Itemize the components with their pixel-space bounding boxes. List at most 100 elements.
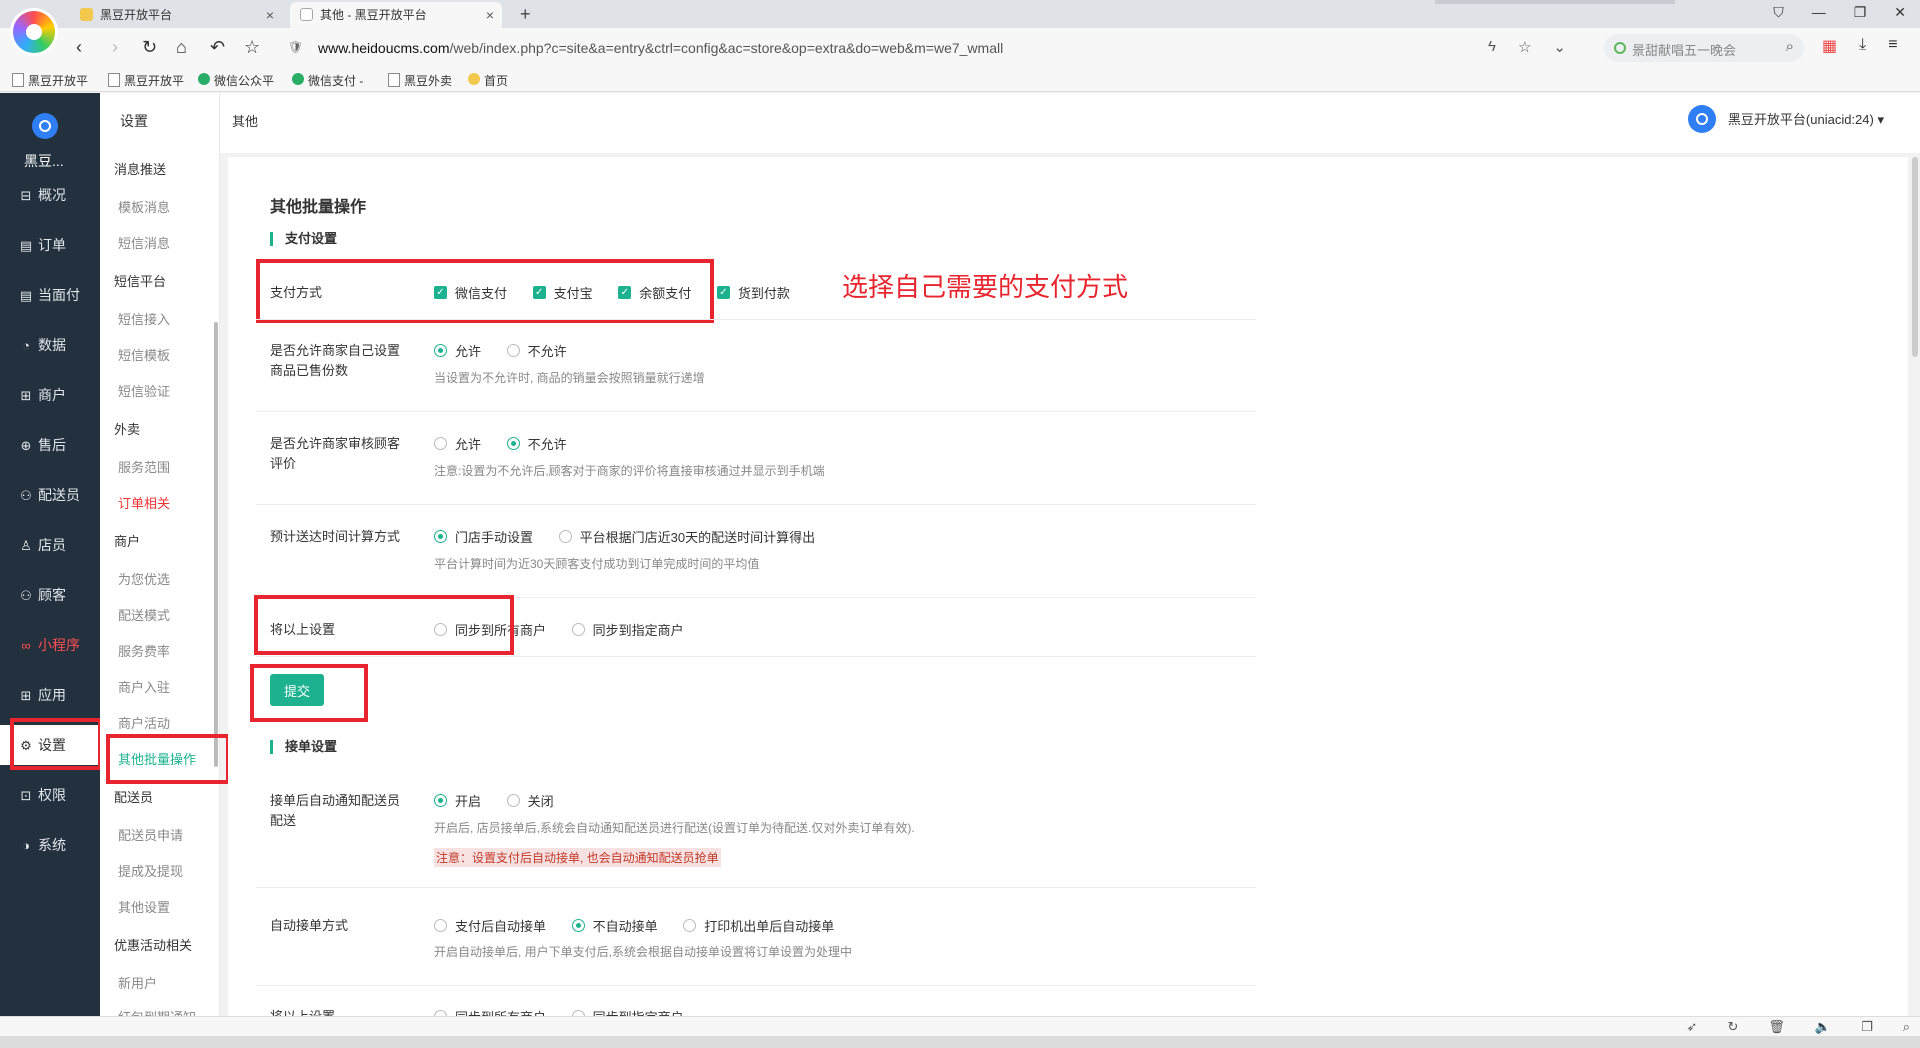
search-input[interactable]: 景甜献唱五一晚会 ⌕ (1604, 34, 1804, 62)
system-icon: ◑ (22, 838, 30, 853)
home-icon[interactable]: ⌂ (176, 36, 187, 58)
radio-accept-after-print[interactable]: 打印机出单后自动接单 (683, 916, 834, 935)
pay-icon: ▤ (19, 288, 33, 303)
window-gap (1435, 0, 1675, 4)
zoom-icon[interactable]: ⌕ (1903, 1019, 1910, 1035)
radio-review-deny[interactable]: 不允许 (506, 434, 567, 453)
forward-icon[interactable]: › (112, 36, 118, 58)
radio-sync2-specified[interactable]: 同步到指定商户 (571, 1007, 684, 1016)
close-icon[interactable]: × (486, 2, 494, 28)
dropdown-icon[interactable]: ⌄ (1553, 38, 1566, 56)
sidebar-item-apps[interactable]: ⊞ 应用 (0, 675, 100, 715)
volume-icon[interactable]: 🔈 (1815, 1019, 1831, 1035)
sidebar-item-clerks[interactable]: ♙ 店员 (0, 525, 100, 565)
eta-options: 门店手动设置 平台根据门店近30天的配送时间计算得出 (434, 527, 837, 546)
subnav-item-sms-verify[interactable]: 短信验证 (118, 381, 170, 400)
main-scrollbar[interactable] (1912, 157, 1918, 357)
subnav-item-sms-msg[interactable]: 短信消息 (118, 233, 170, 252)
rocket-icon[interactable]: ➶ (1687, 1019, 1698, 1035)
radio-eta-manual[interactable]: 门店手动设置 (434, 527, 533, 546)
account-menu[interactable]: 黑豆开放平台(uniacid:24) ▾ (1687, 105, 1884, 133)
sidebar-item-system[interactable]: ◑ 系统 (0, 825, 100, 865)
auto-notify-hint: 开启后, 店员接单后,系统会自动通知配送员进行配送(设置订单为待配送.仅对外卖订… (434, 821, 915, 835)
bookmark-item[interactable]: 首页 (468, 72, 508, 89)
sidebar-item-facepay[interactable]: ▤ 当面付 (0, 275, 100, 315)
sidebar-item-aftersale[interactable]: ⊕ 售后 (0, 425, 100, 465)
download-icon[interactable]: ⤓ (1859, 36, 1866, 56)
settings-subnav: 设置 消息推送 模板消息 短信消息 短信平台 短信接入 短信模板 短信验证 外卖… (100, 93, 220, 1016)
sidebar-item-customers[interactable]: ⚇ 顾客 (0, 575, 100, 615)
sidebar-item-orders[interactable]: ▤ 订单 (0, 225, 100, 265)
close-icon[interactable]: × (266, 2, 274, 28)
radio-accept-after-pay[interactable]: 支付后自动接单 (434, 916, 546, 935)
sidebar-item-miniapp[interactable]: ∞ 小程序 (0, 625, 100, 665)
subnav-item-other-settings[interactable]: 其他设置 (118, 897, 170, 916)
subnav-item-merchant-activity[interactable]: 商户活动 (118, 713, 170, 732)
sidebar-item-permissions[interactable]: ⊡ 权限 (0, 775, 100, 815)
close-window-icon[interactable]: ✕ (1894, 4, 1906, 21)
minimize-icon[interactable]: — (1812, 4, 1826, 21)
subnav-title: 设置 (120, 113, 148, 129)
subnav-group: 外卖 (114, 422, 141, 437)
sidebar-item-data[interactable]: ◔ 数据 (0, 325, 100, 365)
sync-icon[interactable]: ↻ (1727, 1019, 1738, 1035)
window-icon[interactable]: ❐ (1861, 1019, 1873, 1035)
search-icon[interactable]: ⌕ (1786, 38, 1794, 55)
bookmark-item[interactable]: 微信支付 - (292, 72, 363, 89)
radio-icon (558, 530, 572, 543)
subnav-item-sms-access[interactable]: 短信接入 (118, 309, 170, 328)
subnav-item-merchant-join[interactable]: 商户入驻 (118, 677, 170, 696)
radio-notify-off[interactable]: 关闭 (506, 791, 554, 810)
subnav-item-courier-apply[interactable]: 配送员申请 (118, 825, 183, 844)
subnav-item-recommend[interactable]: 为您优选 (118, 569, 170, 588)
subnav-item-service-fee[interactable]: 服务费率 (118, 641, 170, 660)
subnav-item-delivery-mode[interactable]: 配送模式 (118, 605, 170, 624)
brand-name: 黑豆... (24, 153, 64, 169)
radio-notify-on[interactable]: 开启 (434, 791, 481, 810)
bookmark-item[interactable]: 微信公众平 (198, 72, 274, 89)
security-icon[interactable]: 🛡 (288, 40, 303, 54)
shirt-icon[interactable]: ⛉ (1773, 4, 1784, 21)
subnav-scrollbar[interactable] (214, 322, 218, 767)
undo-icon[interactable]: ↶ (210, 36, 225, 58)
reload-icon[interactable]: ↻ (142, 36, 157, 58)
browser-tools: ▦ ⤓ ≡ (1822, 36, 1898, 56)
radio-sold-deny[interactable]: 不允许 (506, 341, 567, 360)
apps-grid-icon[interactable]: ▦ (1822, 36, 1837, 56)
bookmark-item[interactable]: 黑豆开放平 (108, 72, 184, 89)
url-input[interactable]: 🛡 www.heidoucms.com/web/index.php?c=site… (280, 34, 1590, 62)
lightning-icon[interactable]: ϟ (1488, 38, 1496, 56)
sidebar-item-couriers[interactable]: ⚇ 配送员 (0, 475, 100, 515)
browser-tab[interactable]: 黑豆开放平台 × (70, 2, 282, 28)
star-icon[interactable]: ☆ (244, 36, 260, 58)
subnav-item-sms-template[interactable]: 短信模板 (118, 345, 170, 364)
radio-sold-allow[interactable]: 允许 (434, 341, 481, 360)
back-icon[interactable]: ‹ (76, 36, 82, 58)
radio-eta-platform[interactable]: 平台根据门店近30天的配送时间计算得出 (558, 527, 815, 546)
lock-icon: ⊡ (20, 788, 32, 803)
bookmark-item[interactable]: 黑豆开放平 (12, 72, 88, 89)
trash-icon[interactable]: 🗑 (1768, 1019, 1785, 1035)
radio-sync2-all[interactable]: 同步到所有商户 (434, 1007, 546, 1016)
radio-accept-none[interactable]: 不自动接单 (571, 916, 658, 935)
bookmark-item[interactable]: 黑豆外卖 (388, 72, 452, 89)
radio-review-allow[interactable]: 允许 (434, 434, 481, 453)
annotation-box-settings (10, 718, 102, 770)
subnav-item-template-msg[interactable]: 模板消息 (118, 197, 170, 216)
subnav-item-new-user[interactable]: 新用户 (118, 973, 157, 992)
menu-icon[interactable]: ≡ (1888, 36, 1897, 56)
subnav-item-redpacket[interactable]: 红包到期通知 (118, 1007, 196, 1016)
subnav-item-order-related[interactable]: 订单相关 (118, 493, 170, 512)
subnav-item-commission[interactable]: 提成及提现 (118, 861, 183, 880)
browser-tab-active[interactable]: 其他 - 黑豆开放平台 × (290, 2, 502, 28)
checkbox-cod[interactable]: ✓ 货到付款 (716, 283, 790, 302)
subnav-item-service-area[interactable]: 服务范围 (118, 457, 170, 476)
new-tab-icon[interactable]: + (520, 2, 531, 26)
sidebar-item-merchants[interactable]: ⊞ 商户 (0, 375, 100, 415)
browser-logo-icon[interactable] (10, 8, 58, 56)
radio-sync-specified[interactable]: 同步到指定商户 (571, 620, 684, 639)
sidebar-item-overview[interactable]: ⊟ 概况 (0, 175, 100, 215)
restore-icon[interactable]: ❐ (1854, 4, 1867, 21)
bookmark-star-icon[interactable]: ☆ (1518, 38, 1531, 56)
auto-accept-options: 支付后自动接单 不自动接单 打印机出单后自动接单 (434, 916, 856, 935)
